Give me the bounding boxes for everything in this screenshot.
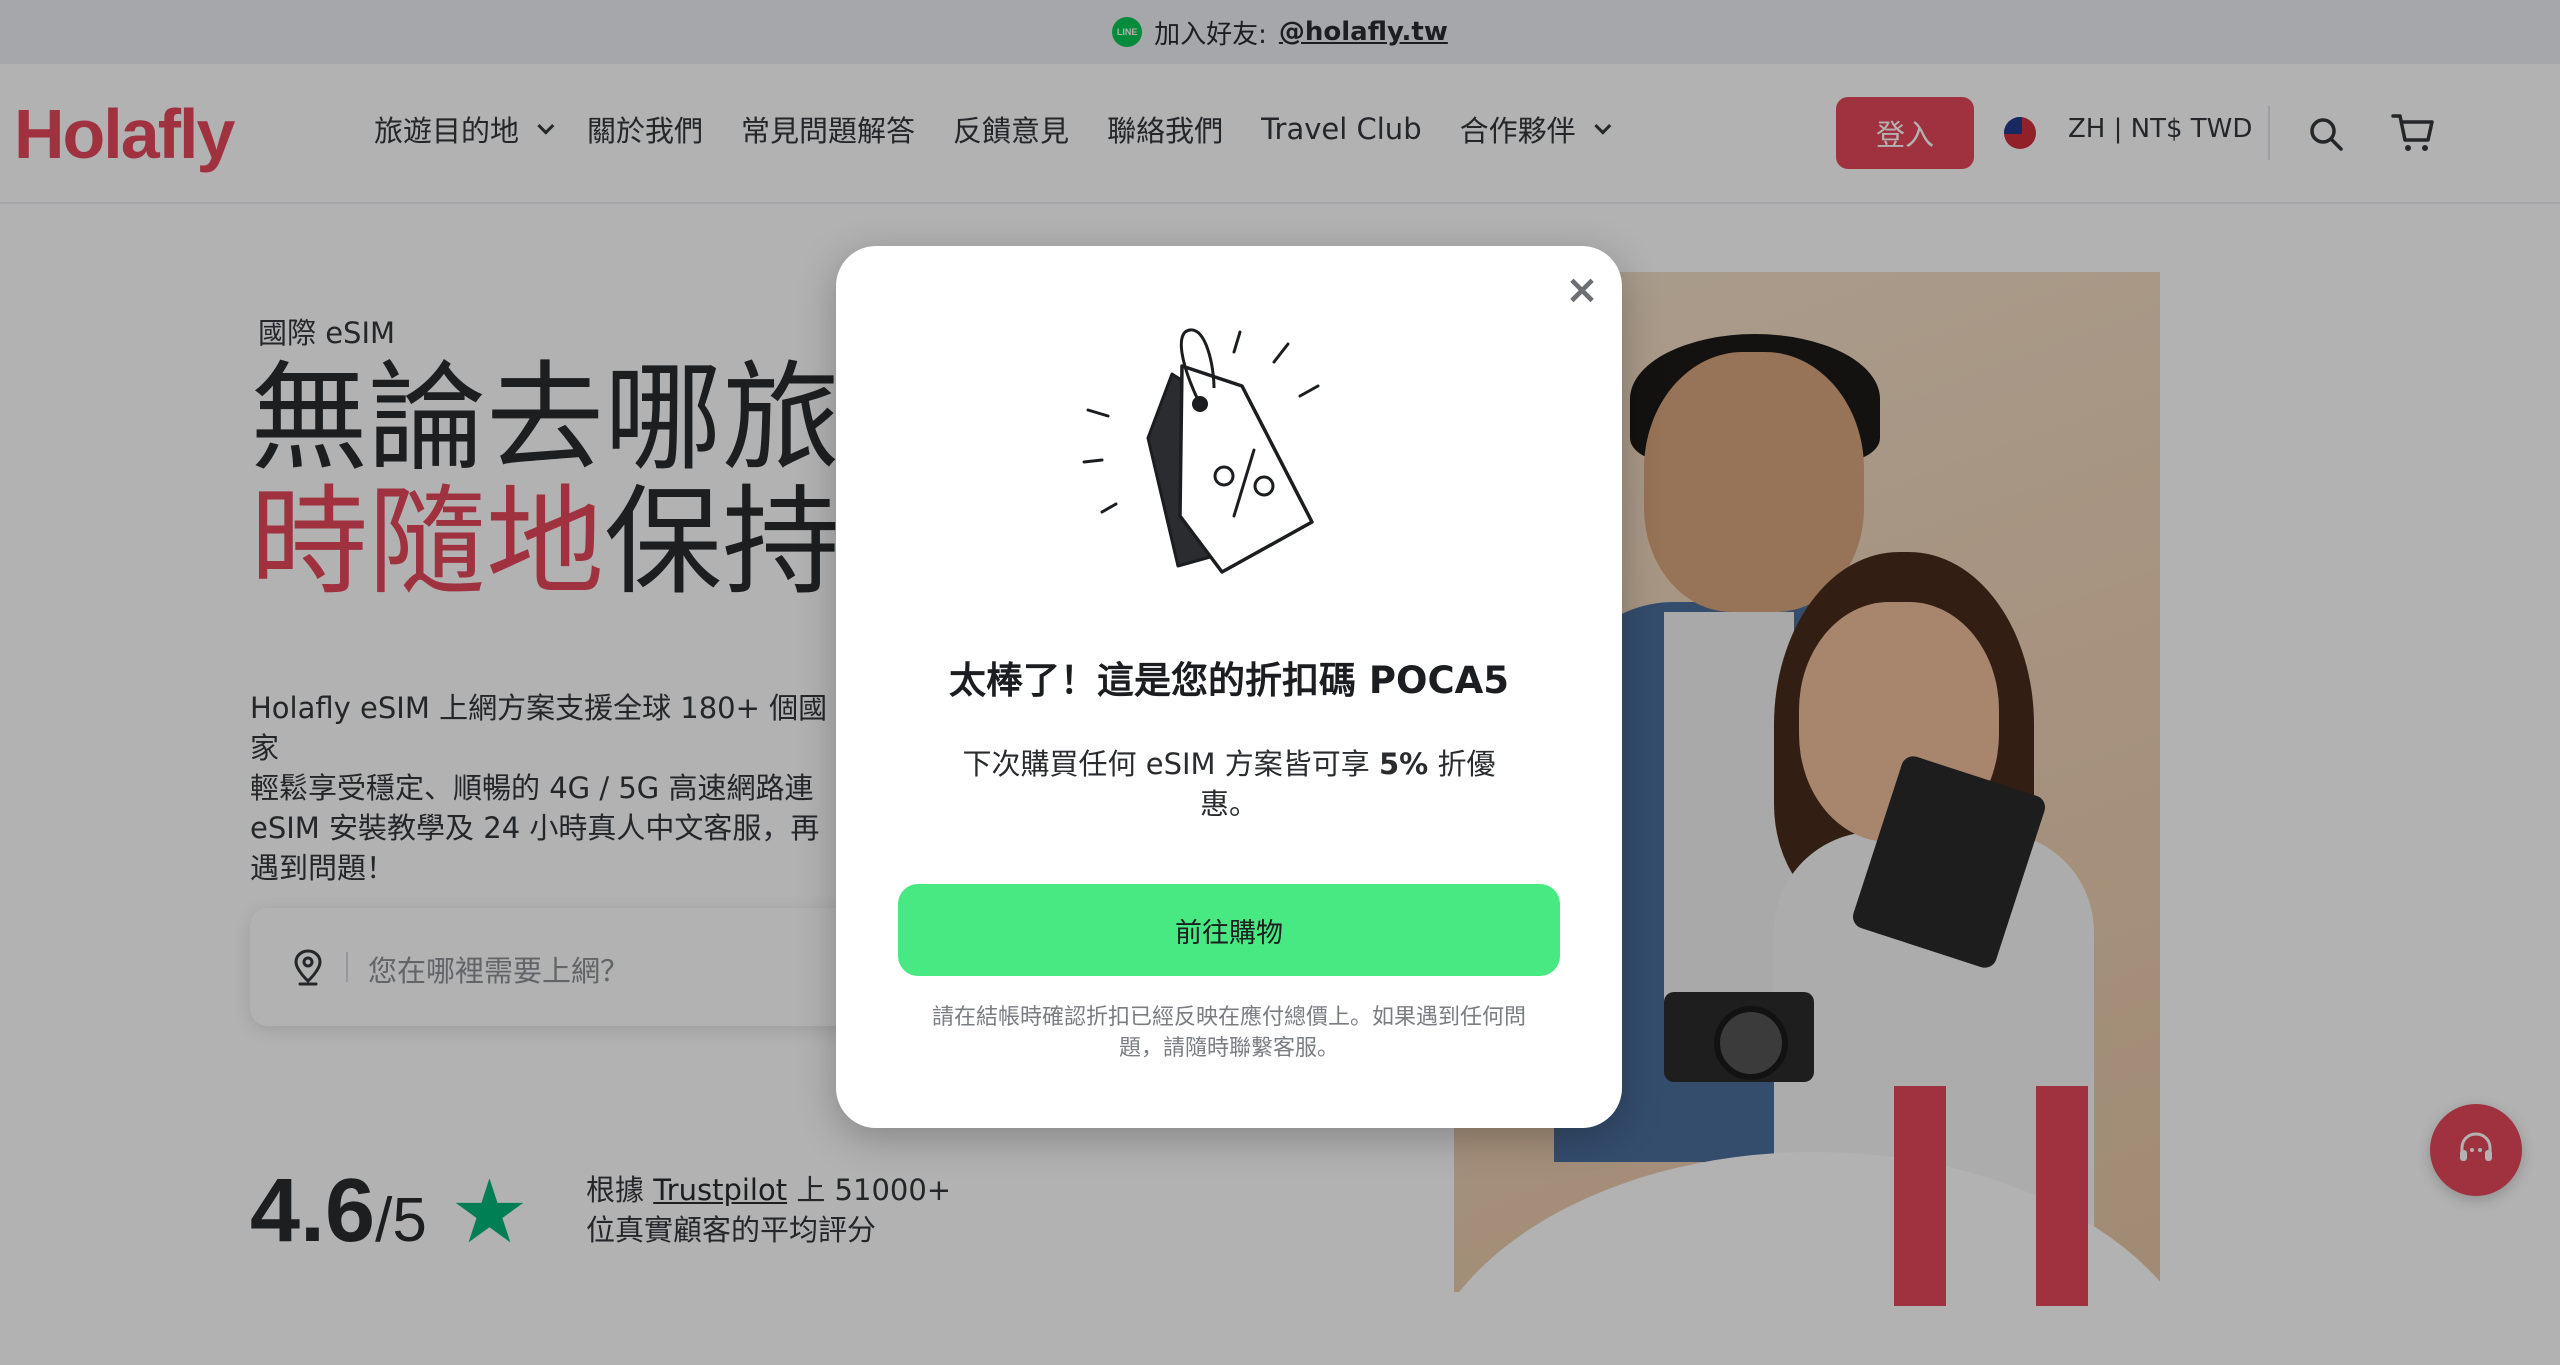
go-shopping-button[interactable]: 前往購物 [898,884,1560,976]
close-icon[interactable]: × [1562,270,1602,310]
discount-modal: × 太棒了！這是您的折扣碼 POCA5 下次購買任何 eSIM 方案皆可享 5%… [836,246,1622,1128]
discount-tag-icon [1082,328,1320,574]
modal-body: 下次購買任何 eSIM 方案皆可享 5% 折優惠。 [962,747,1496,821]
modal-title: 太棒了！這是您的折扣碼 POCA5 [949,659,1509,702]
modal-note: 請在結帳時確認折扣已經反映在應付總價上。如果遇到任何問題，請隨時聯繫客服。 [931,1005,1526,1061]
